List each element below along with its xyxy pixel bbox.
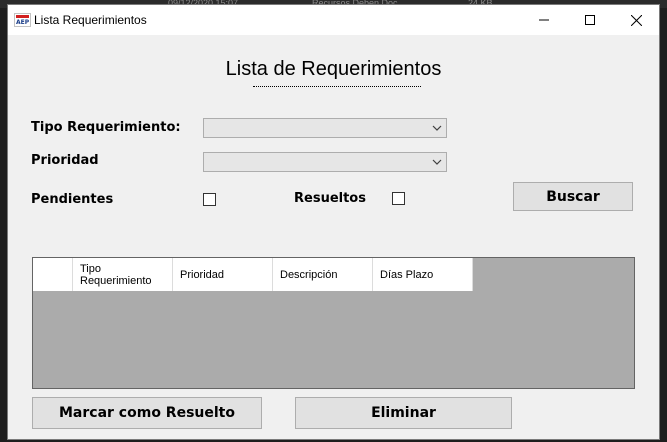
maximize-icon xyxy=(585,15,595,25)
column-header-descripcion[interactable]: Descripción xyxy=(273,258,373,291)
maximize-button[interactable] xyxy=(567,5,613,35)
resueltos-checkbox[interactable] xyxy=(392,192,405,205)
column-header-tipo[interactable]: Tipo Requerimiento xyxy=(73,258,173,291)
marcar-resuelto-button[interactable]: Marcar como Resuelto xyxy=(32,397,262,429)
page-title: Lista de Requerimientos xyxy=(225,58,442,80)
prioridad-select[interactable] xyxy=(203,152,447,172)
resueltos-label: Resueltos xyxy=(294,191,366,206)
column-header-prioridad[interactable]: Prioridad xyxy=(173,258,273,291)
tipo-requerimiento-label: Tipo Requerimiento: xyxy=(31,120,181,135)
buscar-button-label: Buscar xyxy=(546,188,600,205)
title-underline xyxy=(253,86,421,87)
window-title: Lista Requerimientos xyxy=(34,13,147,27)
app-logo-text: AEP xyxy=(16,19,30,26)
marcar-resuelto-button-label: Marcar como Resuelto xyxy=(59,405,235,421)
app-window: AEP Lista Requerimientos Lista de Requer… xyxy=(7,4,660,440)
table-header: Tipo Requerimiento Prioridad Descripción… xyxy=(33,258,473,291)
minimize-icon xyxy=(539,19,549,21)
close-icon xyxy=(630,14,642,26)
title-bar[interactable]: AEP Lista Requerimientos xyxy=(8,5,659,35)
column-header-prioridad-text: Prioridad xyxy=(180,268,225,281)
requerimientos-table[interactable]: Tipo Requerimiento Prioridad Descripción… xyxy=(32,257,635,389)
prioridad-label: Prioridad xyxy=(31,153,99,168)
pendientes-checkbox[interactable] xyxy=(203,193,216,206)
column-header-tipo-text: Tipo Requerimiento xyxy=(80,262,152,287)
chevron-down-icon xyxy=(432,125,442,131)
tipo-requerimiento-select[interactable] xyxy=(203,118,447,138)
buscar-button[interactable]: Buscar xyxy=(513,182,633,211)
column-header-descripcion-text: Descripción xyxy=(280,268,338,281)
minimize-button[interactable] xyxy=(521,5,567,35)
close-button[interactable] xyxy=(613,5,659,35)
pendientes-label: Pendientes xyxy=(31,192,114,207)
app-logo-icon: AEP xyxy=(14,13,31,27)
row-header-corner[interactable] xyxy=(33,258,73,291)
eliminar-button-label: Eliminar xyxy=(371,405,436,421)
column-header-dias-plazo[interactable]: Días Plazo xyxy=(373,258,473,291)
chevron-down-icon xyxy=(432,159,442,165)
column-header-dias-plazo-text: Días Plazo xyxy=(380,268,434,281)
eliminar-button[interactable]: Eliminar xyxy=(295,397,512,429)
